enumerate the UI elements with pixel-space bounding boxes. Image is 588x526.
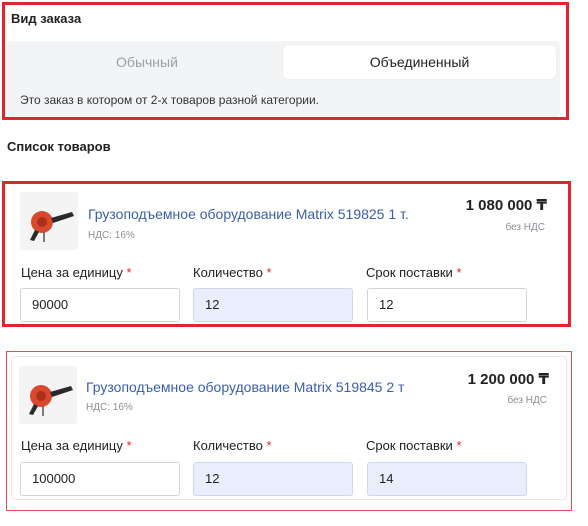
delivery-label: Срок поставки * [366, 438, 462, 453]
product-card: Грузоподъемное оборудование Matrix 51982… [2, 181, 571, 327]
order-type-option-regular[interactable]: Обычный [11, 45, 283, 79]
quantity-label-text: Количество [193, 265, 263, 280]
price-note: без НДС [505, 222, 545, 233]
order-type-section: Вид заказа Обычный Объединенный Это зака… [2, 2, 569, 120]
price-note: без НДС [507, 395, 547, 406]
delivery-input[interactable]: 14 [367, 462, 527, 496]
delivery-label-text: Срок поставки [366, 265, 453, 280]
unit-price-input[interactable]: 90000 [20, 288, 180, 322]
required-asterisk-icon: * [266, 438, 272, 453]
product-name-link[interactable]: Грузоподъемное оборудование Matrix 51982… [88, 206, 409, 222]
order-type-description: Это заказ в котором от 2-х товаров разно… [20, 93, 319, 107]
required-asterisk-icon: * [126, 438, 132, 453]
product-price: 1 080 000 ₸ [465, 197, 547, 214]
required-asterisk-icon: * [266, 265, 272, 280]
unit-price-label: Цена за единицу * [21, 265, 132, 280]
product-card: Грузоподъемное оборудование Matrix 51984… [6, 351, 572, 511]
hoist-icon [19, 366, 77, 424]
delivery-input[interactable]: 12 [367, 288, 527, 322]
required-asterisk-icon: * [456, 265, 462, 280]
product-vat: НДС: 16% [88, 230, 135, 241]
quantity-label-text: Количество [193, 438, 263, 453]
hoist-icon [20, 192, 78, 250]
product-vat: НДС: 16% [86, 402, 133, 413]
product-price: 1 200 000 ₸ [467, 371, 549, 388]
order-type-title: Вид заказа [11, 11, 82, 26]
quantity-label: Количество * [193, 438, 272, 453]
order-type-selector: Обычный Объединенный Это заказ в котором… [7, 41, 560, 117]
products-list-title: Список товаров [7, 139, 111, 154]
unit-price-input[interactable]: 100000 [20, 462, 180, 496]
order-type-option-combined[interactable]: Объединенный [283, 45, 556, 79]
quantity-label: Количество * [193, 265, 272, 280]
required-asterisk-icon: * [126, 265, 132, 280]
unit-price-label-text: Цена за единицу [21, 265, 123, 280]
product-name-link[interactable]: Грузоподъемное оборудование Matrix 51984… [86, 379, 404, 395]
delivery-label-text: Срок поставки [366, 438, 453, 453]
quantity-input[interactable]: 12 [193, 462, 353, 496]
delivery-label: Срок поставки * [366, 265, 462, 280]
quantity-input[interactable]: 12 [193, 288, 353, 322]
unit-price-label: Цена за единицу * [21, 438, 132, 453]
unit-price-label-text: Цена за единицу [21, 438, 123, 453]
required-asterisk-icon: * [456, 438, 462, 453]
